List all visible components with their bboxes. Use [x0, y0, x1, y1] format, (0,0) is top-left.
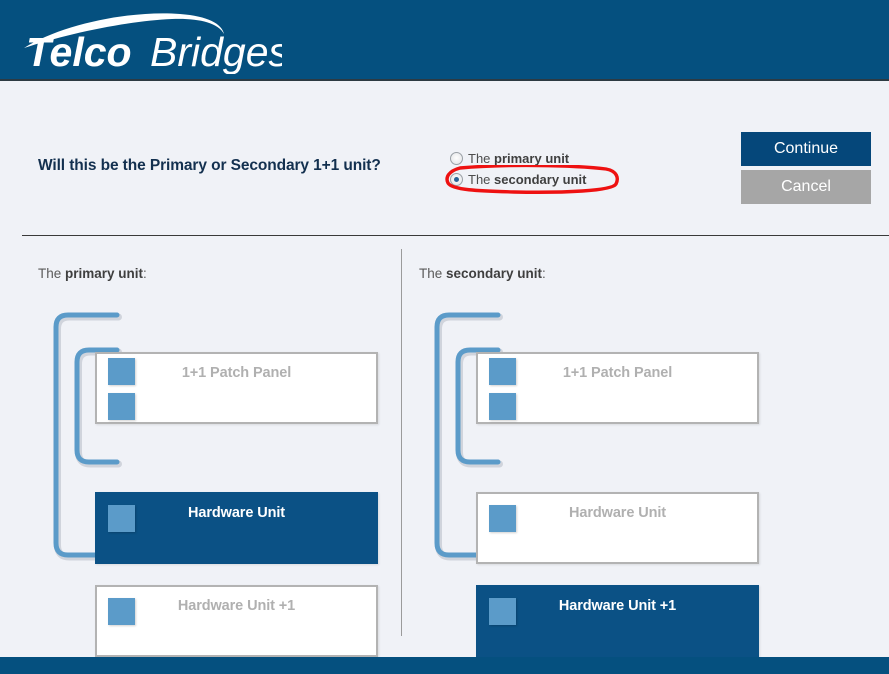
port-hardware-unit-plus1[interactable] [489, 598, 516, 625]
device-label-hardware-unit-plus1: Hardware Unit +1 [177, 598, 296, 614]
radio-indicator-primary[interactable] [450, 152, 463, 165]
application-window: Telco Bridges Will this be the Primary o… [0, 0, 889, 674]
device-label-patch-panel: 1+1 Patch Panel [562, 365, 673, 381]
device-box-hardware-unit-plus1[interactable]: Hardware Unit +1 [476, 585, 759, 657]
port-patch-panel-1[interactable] [489, 358, 516, 385]
device-box-hardware-unit-plus1[interactable]: Hardware Unit +1 [95, 585, 378, 657]
port-hardware-unit[interactable] [489, 505, 516, 532]
secondary-panel-title-suffix: : [542, 266, 546, 281]
radio-label-primary-prefix: The [468, 151, 495, 166]
page-title: Will this be the Primary or Secondary 1+… [38, 157, 381, 174]
device-box-hardware-unit[interactable]: Hardware Unit [95, 492, 378, 564]
logo-text-telco: Telco [26, 29, 132, 74]
app-header: Telco Bridges [0, 0, 889, 81]
radio-option-secondary[interactable]: The secondary unit [450, 169, 650, 190]
device-label-patch-panel: 1+1 Patch Panel [181, 365, 292, 381]
secondary-unit-panel: The secondary unit: 1+1 Patch Panel Hard… [419, 249, 799, 657]
radio-label-secondary-prefix: The [468, 172, 495, 187]
secondary-panel-title: The secondary unit: [419, 266, 546, 281]
radio-label-primary: The primary unit [468, 151, 569, 166]
primary-cable-layer [53, 312, 122, 561]
primary-panel-title-suffix: : [143, 266, 147, 281]
primary-panel-title-value: primary unit [65, 266, 144, 281]
secondary-panel-title-prefix: The [419, 266, 447, 281]
radio-option-primary[interactable]: The primary unit [450, 148, 650, 169]
device-box-patch-panel[interactable]: 1+1 Patch Panel [476, 352, 759, 424]
secondary-unit-diagram: 1+1 Patch Panel Hardware Unit Hardware U… [419, 294, 799, 657]
primary-panel-title-prefix: The [38, 266, 66, 281]
radio-label-secondary: The secondary unit [468, 172, 586, 187]
logo-text-bridges: Bridges [150, 29, 282, 74]
port-patch-panel-2[interactable] [108, 393, 135, 420]
app-footer [0, 657, 889, 674]
port-patch-panel-1[interactable] [108, 358, 135, 385]
radio-label-secondary-value: secondary unit [494, 172, 587, 187]
primary-unit-diagram: 1+1 Patch Panel Hardware Unit Hardware U… [38, 294, 418, 657]
device-label-hardware-unit: Hardware Unit [569, 505, 666, 521]
device-label-hardware-unit: Hardware Unit [188, 505, 285, 521]
port-hardware-unit[interactable] [108, 505, 135, 532]
radio-indicator-secondary[interactable] [450, 173, 463, 186]
continue-button[interactable]: Continue [741, 132, 871, 166]
port-patch-panel-2[interactable] [489, 393, 516, 420]
secondary-cable-layer [434, 312, 503, 561]
device-box-patch-panel[interactable]: 1+1 Patch Panel [95, 352, 378, 424]
horizontal-divider [22, 235, 889, 236]
cancel-button[interactable]: Cancel [741, 170, 871, 204]
unit-role-radio-group: The primary unit The secondary unit [450, 148, 650, 190]
telcobridges-logo: Telco Bridges [22, 8, 282, 74]
radio-label-primary-value: primary unit [494, 151, 570, 166]
secondary-panel-title-value: secondary unit [446, 266, 543, 281]
primary-unit-panel: The primary unit: 1+1 Patch Panel Hardwa… [38, 249, 418, 657]
primary-panel-title: The primary unit: [38, 266, 147, 281]
device-label-hardware-unit-plus1: Hardware Unit +1 [558, 598, 677, 614]
device-box-hardware-unit[interactable]: Hardware Unit [476, 492, 759, 564]
port-hardware-unit-plus1[interactable] [108, 598, 135, 625]
